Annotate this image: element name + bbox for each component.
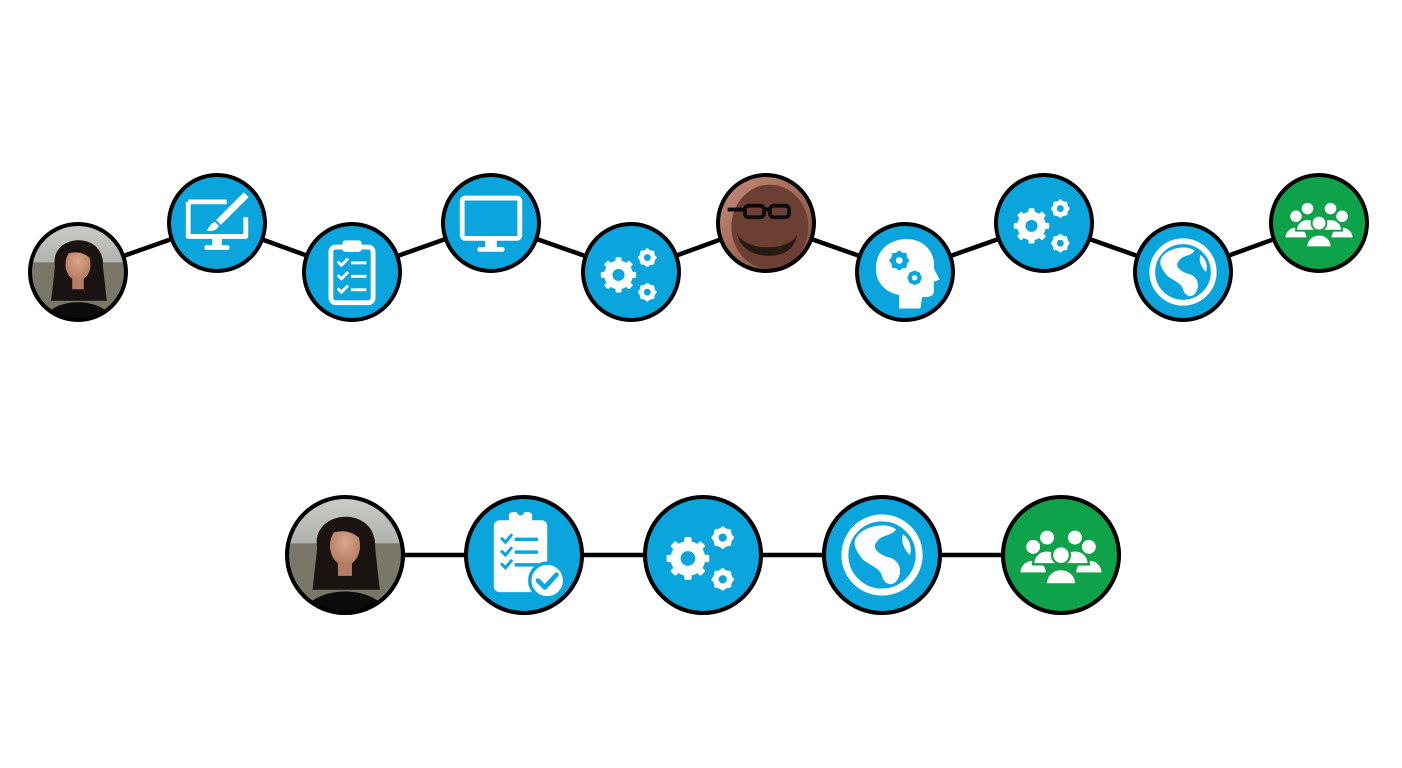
flow-node-row1-3 [302, 222, 402, 322]
flow-node-row1-6 [716, 173, 816, 273]
flow-node-row1-8 [994, 173, 1094, 273]
flow-node-row1-5 [581, 222, 681, 322]
flow-node-row2-1 [284, 494, 406, 616]
flow-node-row1-4 [441, 173, 541, 273]
flow-node-row2-4 [821, 494, 943, 616]
process-flow-diagram [28, 173, 1369, 616]
flow-node-row1-10 [1269, 173, 1369, 273]
flow-node-row2-3 [642, 494, 764, 616]
flow-nodes [28, 173, 1369, 616]
flow-node-row1-9 [1133, 222, 1233, 322]
flow-node-row2-2 [463, 494, 585, 616]
flow-node-row1-1 [28, 222, 128, 322]
flow-node-row1-7 [855, 222, 955, 322]
flow-node-row1-2 [167, 173, 267, 273]
flow-node-row2-5 [1000, 494, 1122, 616]
